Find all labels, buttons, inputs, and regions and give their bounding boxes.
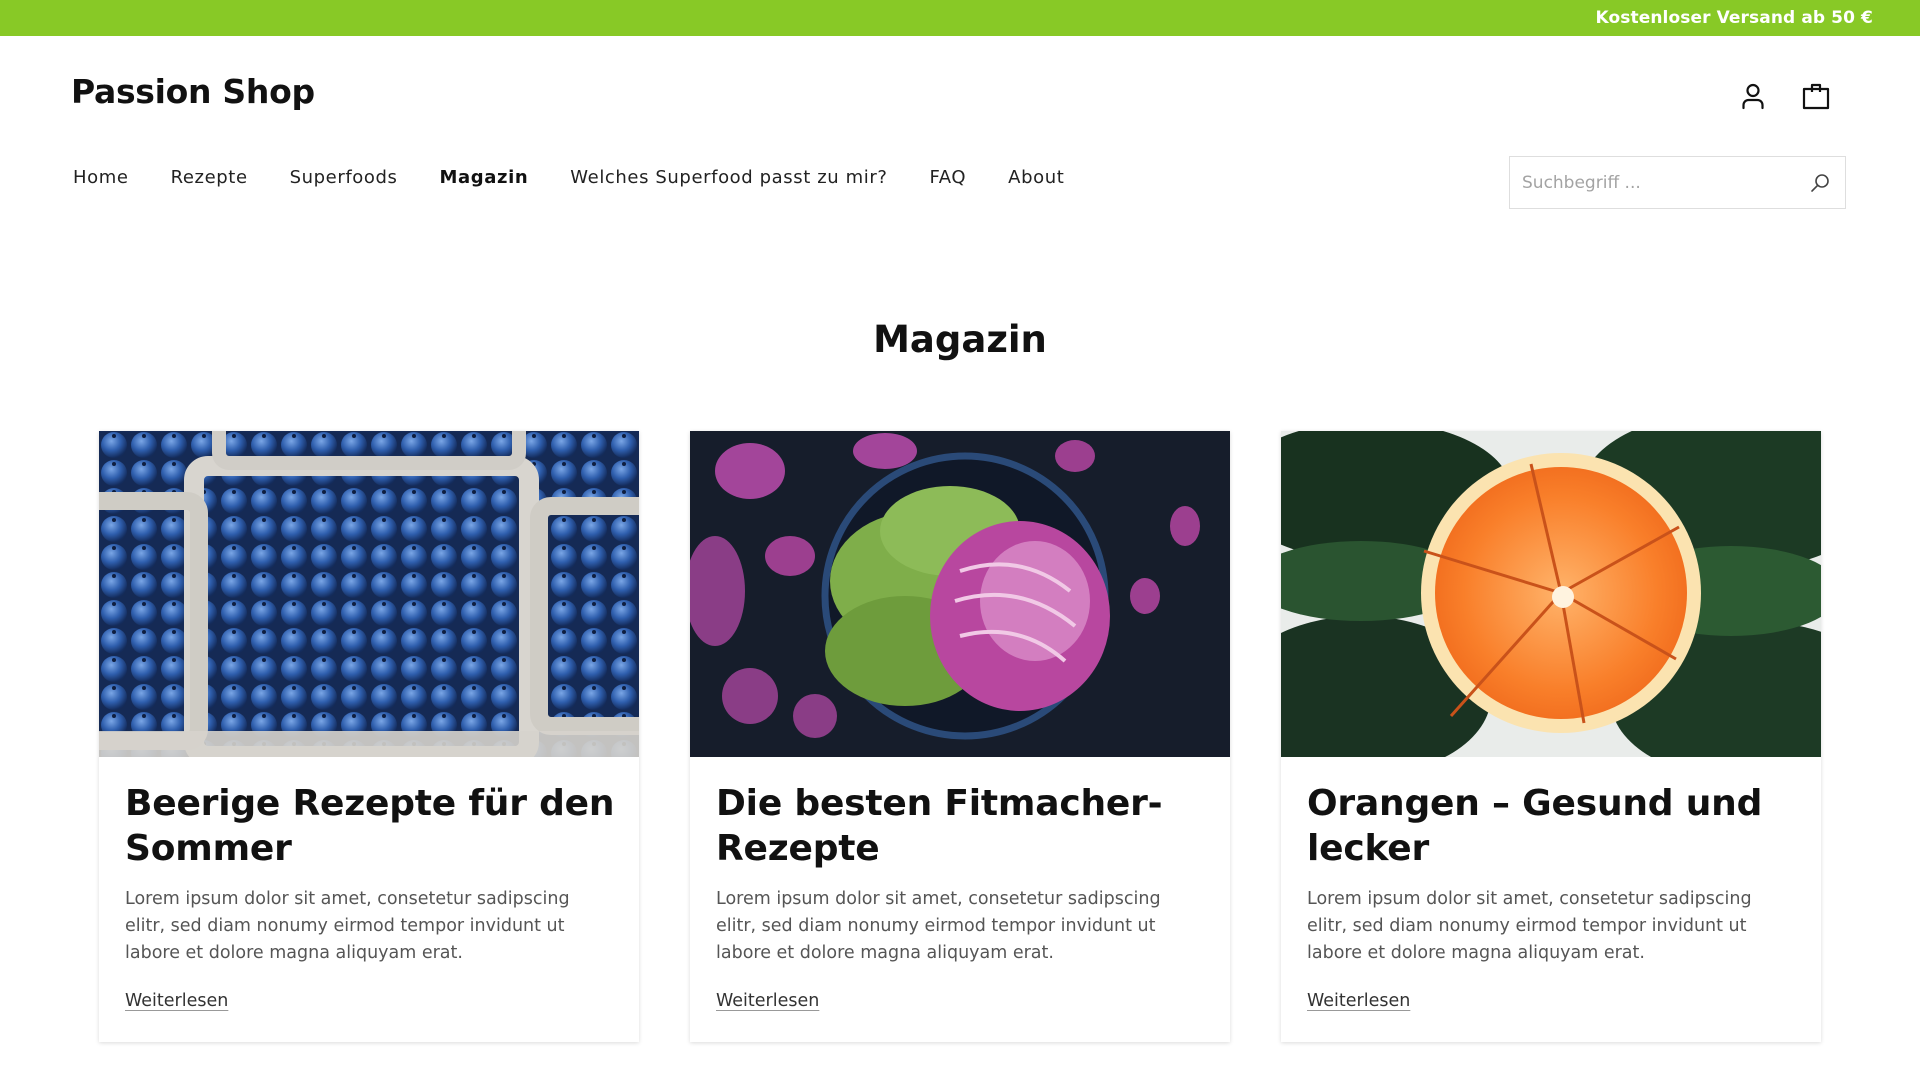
article-card: Die besten Fitmacher-Rezepte Lorem ipsum… [690, 431, 1230, 1042]
nav-item-superfoods[interactable]: Superfoods [290, 167, 398, 188]
shop-logo[interactable]: Passion Shop [71, 72, 315, 111]
cart-button[interactable] [1800, 80, 1832, 112]
shopping-bag-icon [1802, 83, 1830, 110]
red-lettuce-image[interactable] [690, 431, 1230, 757]
nav-item-about[interactable]: About [1008, 167, 1064, 188]
read-more-link[interactable]: Weiterlesen [125, 991, 228, 1011]
nav-item-faq[interactable]: FAQ [930, 167, 967, 188]
nav-item-superfood-quiz[interactable]: Welches Superfood passt zu mir? [570, 167, 887, 188]
article-card: Beerige Rezepte für den Sommer Lorem ips… [99, 431, 639, 1042]
page-title: Magazin [873, 318, 1047, 361]
promo-bar: Kostenloser Versand ab 50 € [0, 0, 1920, 36]
read-more-link[interactable]: Weiterlesen [716, 991, 819, 1011]
nav-item-home[interactable]: Home [73, 167, 129, 188]
promo-text: Kostenloser Versand ab 50 € [1595, 8, 1873, 28]
article-excerpt: Lorem ipsum dolor sit amet, consetetur s… [716, 889, 1161, 963]
article-card: Orangen – Gesund und lecker Lorem ipsum … [1281, 431, 1821, 1042]
blueberries-image[interactable] [99, 431, 639, 757]
orange-image[interactable] [1281, 431, 1821, 757]
account-icon [1742, 83, 1764, 110]
article-title[interactable]: Die besten Fitmacher-Rezepte [716, 781, 1206, 871]
read-more-link[interactable]: Weiterlesen [1307, 991, 1410, 1011]
search-box [1509, 156, 1846, 209]
article-title[interactable]: Orangen – Gesund und lecker [1307, 781, 1797, 871]
account-button[interactable] [1737, 80, 1769, 112]
article-excerpt: Lorem ipsum dolor sit amet, consetetur s… [1307, 889, 1752, 963]
search-input[interactable] [1522, 157, 1802, 208]
nav-item-rezepte[interactable]: Rezepte [171, 167, 248, 188]
article-title[interactable]: Beerige Rezepte für den Sommer [125, 781, 615, 871]
article-excerpt: Lorem ipsum dolor sit amet, consetetur s… [125, 889, 570, 963]
search-icon[interactable] [1809, 172, 1831, 194]
nav-item-magazin[interactable]: Magazin [440, 167, 529, 188]
main-nav: Home Rezepte Superfoods Magazin Welches … [73, 167, 1106, 188]
